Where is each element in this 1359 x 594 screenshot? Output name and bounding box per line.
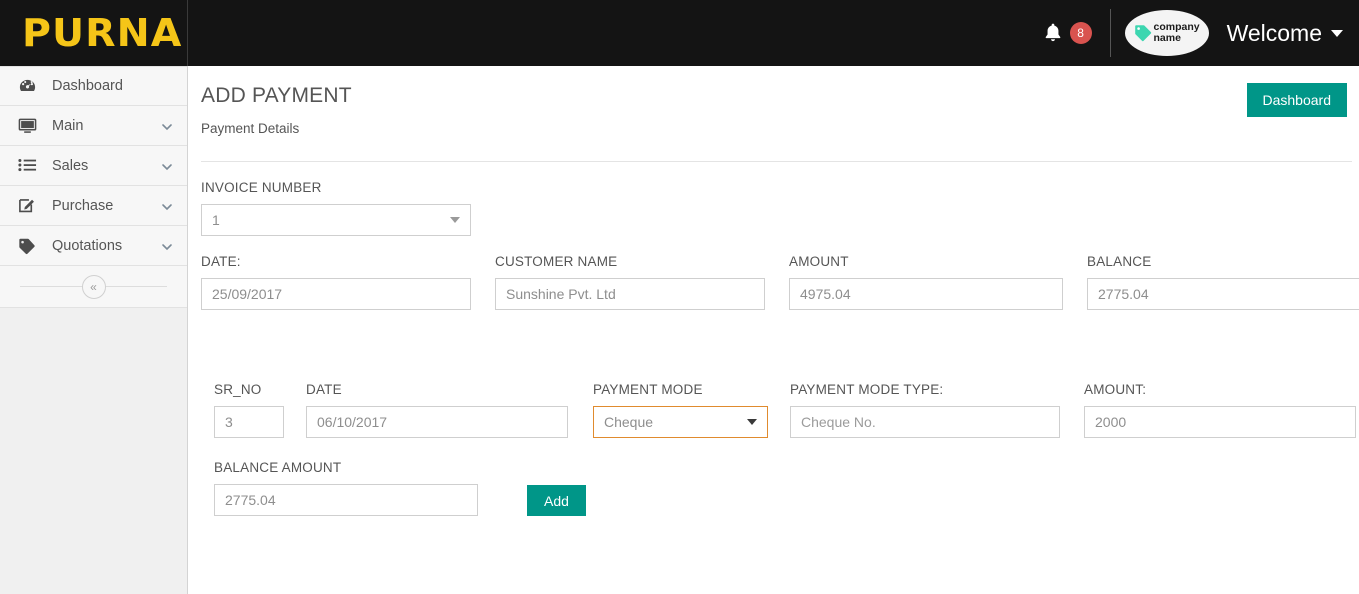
desktop-monitor-icon [16, 116, 38, 136]
sidebar-item-main[interactable]: Main [0, 106, 187, 146]
notification-badge: 8 [1070, 22, 1092, 44]
list-icon [16, 156, 38, 176]
payment-mode-select[interactable]: Cheque [593, 406, 768, 438]
invoice-number-select[interactable]: 1 [201, 204, 471, 236]
balance-amount-label: BALANCE AMOUNT [214, 460, 478, 475]
add-button[interactable]: Add [527, 485, 586, 516]
invoice-balance-input[interactable] [1087, 278, 1359, 310]
user-menu-label: Welcome [1227, 20, 1322, 47]
tachometer-icon [16, 76, 38, 96]
payment-date-label: DATE [306, 382, 568, 397]
topbar-right-group: 8 company name Welcome [1044, 0, 1359, 66]
customer-name-input[interactable] [495, 278, 765, 310]
invoice-date-field: DATE: [201, 254, 471, 310]
header-divider [201, 161, 1352, 162]
payment-mode-type-label: PAYMENT MODE TYPE: [790, 382, 1060, 397]
customer-name-field: CUSTOMER NAME [495, 254, 765, 310]
chevron-down-icon [161, 160, 173, 172]
sr-no-label: SR_NO [214, 382, 284, 397]
invoice-amount-input[interactable] [789, 278, 1063, 310]
company-logo[interactable]: company name [1125, 10, 1209, 56]
tag-icon [1134, 24, 1152, 42]
top-bar: PURNA 8 company name [0, 0, 1359, 66]
chevron-down-icon [1331, 30, 1343, 37]
main-content: ADD PAYMENT Payment Details Dashboard IN… [189, 66, 1359, 594]
page-header: ADD PAYMENT Payment Details Dashboard [201, 84, 1352, 142]
sidebar: Dashboard Main Sales [0, 66, 188, 594]
sidebar-item-purchase[interactable]: Purchase [0, 186, 187, 226]
invoice-details-row: DATE: CUSTOMER NAME AMOUNT BALANCE [201, 254, 1352, 310]
brand-name: PURNA [22, 14, 182, 52]
payment-entry-section: SR_NO DATE PAYMENT MODE Cheque PAYMENT M… [201, 382, 1352, 516]
sr-no-field: SR_NO [214, 382, 284, 438]
payment-date-input[interactable] [306, 406, 568, 438]
company-name-label: company name [1154, 22, 1200, 44]
company-name-line2: name [1154, 33, 1200, 44]
chevron-down-icon [747, 419, 757, 425]
chevron-down-icon [450, 217, 460, 223]
sidebar-collapse-button[interactable]: « [82, 275, 106, 299]
sidebar-item-dashboard[interactable]: Dashboard [0, 66, 187, 106]
payment-amount-input[interactable] [1084, 406, 1356, 438]
notifications-button[interactable]: 8 [1044, 22, 1092, 44]
tag-icon [16, 236, 38, 256]
invoice-number-row: INVOICE NUMBER 1 [201, 180, 1352, 236]
payment-mode-field: PAYMENT MODE Cheque [593, 382, 768, 438]
customer-name-label: CUSTOMER NAME [495, 254, 765, 269]
payment-entry-row: SR_NO DATE PAYMENT MODE Cheque PAYMENT M… [214, 382, 1352, 438]
dashboard-button[interactable]: Dashboard [1247, 83, 1348, 117]
chevron-down-icon [161, 240, 173, 252]
invoice-date-input[interactable] [201, 278, 471, 310]
sidebar-item-label: Dashboard [52, 78, 173, 94]
balance-amount-field: BALANCE AMOUNT [214, 460, 478, 516]
page-subtitle: Payment Details [201, 121, 1352, 136]
payment-mode-type-field: PAYMENT MODE TYPE: [790, 382, 1060, 438]
page-title: ADD PAYMENT [201, 84, 1352, 108]
payment-mode-value: Cheque [604, 414, 653, 430]
balance-amount-input[interactable] [214, 484, 478, 516]
invoice-balance-label: BALANCE [1087, 254, 1359, 269]
chevron-down-icon [161, 200, 173, 212]
brand-logo[interactable]: PURNA [0, 0, 188, 66]
invoice-number-field: INVOICE NUMBER 1 [201, 180, 471, 236]
sidebar-item-label: Purchase [52, 198, 161, 214]
invoice-balance-field: BALANCE [1087, 254, 1359, 310]
payment-amount-label: AMOUNT: [1084, 382, 1356, 397]
payment-mode-type-input[interactable] [790, 406, 1060, 438]
payment-amount-field: AMOUNT: [1084, 382, 1356, 438]
header-divider [1110, 9, 1111, 57]
pencil-square-icon [16, 196, 38, 216]
payment-date-field: DATE [306, 382, 568, 438]
invoice-date-label: DATE: [201, 254, 471, 269]
sr-no-input[interactable] [214, 406, 284, 438]
sidebar-item-label: Sales [52, 158, 161, 174]
sidebar-item-label: Main [52, 118, 161, 134]
invoice-number-label: INVOICE NUMBER [201, 180, 471, 195]
sidebar-item-quotations[interactable]: Quotations [0, 226, 187, 266]
invoice-amount-label: AMOUNT [789, 254, 1063, 269]
bell-icon [1044, 23, 1062, 43]
sidebar-item-sales[interactable]: Sales [0, 146, 187, 186]
user-menu[interactable]: Welcome [1227, 20, 1343, 47]
payment-mode-label: PAYMENT MODE [593, 382, 768, 397]
balance-amount-row: BALANCE AMOUNT Add [214, 460, 1352, 516]
sidebar-item-label: Quotations [52, 238, 161, 254]
invoice-number-value: 1 [212, 212, 220, 228]
chevron-down-icon [161, 120, 173, 132]
sidebar-collapse-row: « [0, 266, 187, 308]
invoice-amount-field: AMOUNT [789, 254, 1063, 310]
